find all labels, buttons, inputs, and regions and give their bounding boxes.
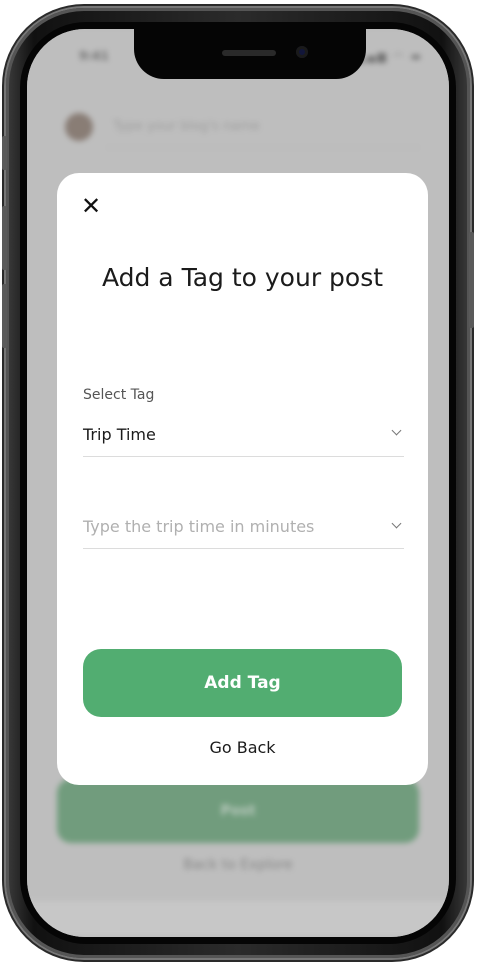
phone-notch: [134, 29, 366, 79]
add-tag-modal: ✕ Add a Tag to your post Select Tag Trip…: [57, 173, 428, 785]
volume-up-button: [2, 206, 7, 270]
modal-title: Add a Tag to your post: [101, 263, 384, 292]
chevron-down-icon: [391, 425, 402, 436]
chevron-down-icon: [391, 518, 402, 529]
front-camera: [296, 46, 308, 58]
close-icon[interactable]: ✕: [81, 194, 103, 218]
power-button: [469, 232, 474, 328]
trip-time-placeholder: Type the trip time in minutes: [83, 517, 315, 536]
select-tag-label: Select Tag: [83, 387, 155, 403]
add-tag-button[interactable]: Add Tag: [83, 649, 402, 717]
speaker-grille: [222, 50, 276, 56]
trip-time-input[interactable]: Type the trip time in minutes: [83, 508, 404, 549]
volume-down-button: [2, 284, 7, 348]
silent-switch: [2, 136, 7, 170]
go-back-link[interactable]: Go Back: [57, 738, 428, 757]
tag-select-value: Trip Time: [83, 425, 156, 444]
tag-select[interactable]: Trip Time: [83, 419, 404, 457]
